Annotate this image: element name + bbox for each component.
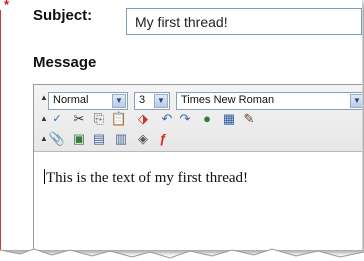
remove-format-icon[interactable]: ⬗	[134, 110, 152, 128]
audio-icon[interactable]: ◈	[134, 130, 152, 148]
paste-icon[interactable]: 📋	[110, 110, 128, 128]
font-select[interactable]: Times New Roman ▼	[176, 92, 362, 110]
copy-icon[interactable]: ⎘	[90, 110, 108, 128]
grip-icon: ▲	[40, 134, 48, 143]
required-marker: *	[4, 0, 10, 12]
cut-icon[interactable]: ✂	[70, 110, 88, 128]
rich-text-editor: ▲ Normal ▼ 3 ▼ Times New Roman ▼ ▲ ✓ ✂ ⎘…	[33, 84, 362, 250]
editor-text: This is the text of my first thread!	[46, 170, 249, 186]
grip-icon: ▲	[40, 93, 48, 102]
font-select-value: Times New Roman	[181, 94, 275, 106]
media-icon[interactable]: ▥	[112, 130, 130, 148]
flash-icon[interactable]: ƒ	[154, 130, 172, 148]
chevron-down-icon: ▼	[350, 94, 362, 108]
chevron-down-icon: ▼	[112, 94, 126, 108]
image-icon[interactable]: ▣	[70, 130, 88, 148]
size-select-value: 3	[139, 94, 146, 106]
format-select-value: Normal	[53, 94, 89, 106]
attachment-icon[interactable]: 📎	[48, 130, 66, 148]
thread-form: * Subject: My first thread! Message ▲ No…	[0, 0, 363, 250]
editor-toolbar: ▲ Normal ▼ 3 ▼ Times New Roman ▼ ▲ ✓ ✂ ⎘…	[34, 85, 362, 152]
message-label: Message	[33, 54, 97, 71]
subject-input[interactable]: My first thread!	[126, 8, 362, 35]
chevron-down-icon: ▼	[154, 94, 168, 108]
editor-content[interactable]: This is the text of my first thread!	[44, 169, 248, 187]
undo-icon[interactable]: ↶	[158, 110, 176, 128]
link-icon[interactable]: ●	[198, 110, 216, 128]
spellcheck-icon[interactable]: ✓	[48, 110, 66, 128]
torn-edge	[0, 248, 364, 261]
insert-line-icon[interactable]: ✎	[240, 110, 258, 128]
grip-icon: ▲	[40, 114, 48, 123]
required-rule	[0, 10, 1, 250]
text-caret	[44, 169, 45, 184]
table-icon[interactable]: ▦	[220, 110, 238, 128]
size-select[interactable]: 3 ▼	[134, 92, 170, 110]
subject-label: Subject:	[33, 7, 93, 24]
redo-icon[interactable]: ↷	[176, 110, 194, 128]
document-icon[interactable]: ▤	[90, 130, 108, 148]
format-select[interactable]: Normal ▼	[48, 92, 128, 110]
